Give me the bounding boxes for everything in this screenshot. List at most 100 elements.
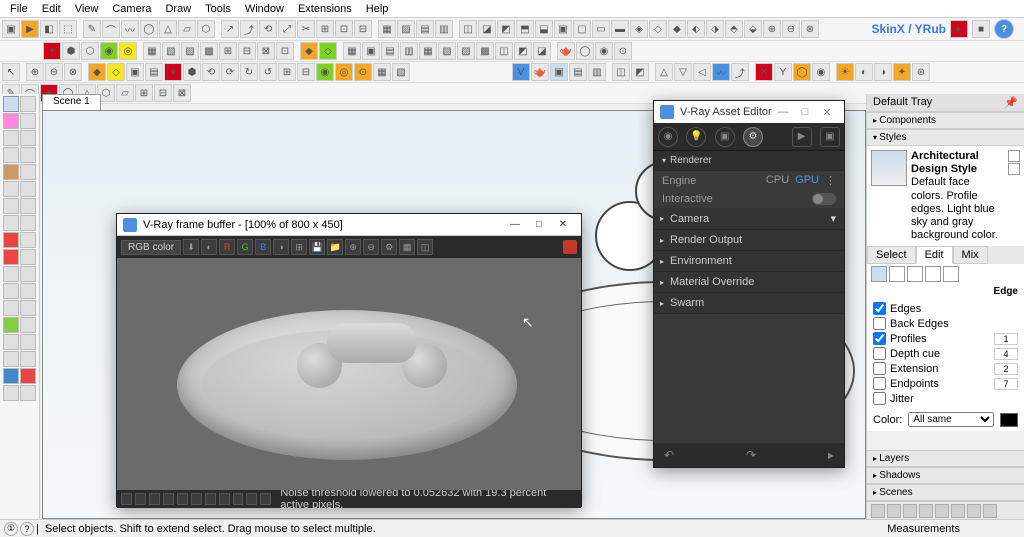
tool[interactable] — [3, 198, 19, 214]
vae-material-override-section[interactable]: Material Override — [654, 272, 844, 293]
close-button[interactable]: ✕ — [551, 217, 575, 233]
toolbar-icon[interactable]: 〰 — [121, 20, 139, 38]
toolbar-icon[interactable]: ◫ — [612, 63, 630, 81]
toolbar-icon[interactable]: ◫ — [459, 20, 477, 38]
toolbar-icon[interactable]: ⬢ — [62, 42, 80, 60]
tray-icon[interactable] — [903, 504, 917, 518]
toolbar-icon[interactable]: ⊟ — [354, 20, 372, 38]
question-icon[interactable]: ? — [994, 19, 1014, 39]
vfb-b-channel[interactable]: B — [255, 239, 271, 255]
toolbar-icon[interactable]: ▧ — [438, 42, 456, 60]
toolbar-icon[interactable]: ⊞ — [316, 20, 334, 38]
modeling-icon[interactable] — [943, 266, 959, 282]
extension-checkbox[interactable]: Extension2 — [873, 361, 1018, 376]
toolbar-icon[interactable]: △ — [655, 63, 673, 81]
toolbar-icon[interactable]: ⊡ — [335, 20, 353, 38]
toolbar-icon[interactable]: ⬖ — [687, 20, 705, 38]
tool[interactable] — [3, 266, 19, 282]
toolbar-icon[interactable]: ◩ — [497, 20, 515, 38]
toolbar-icon[interactable]: ◯ — [793, 63, 811, 81]
close-button[interactable]: ✕ — [816, 106, 838, 119]
tool[interactable] — [20, 147, 36, 163]
play-icon[interactable]: ▶ — [21, 20, 39, 38]
menu-file[interactable]: File — [4, 1, 34, 17]
tray-pin-icon[interactable]: 📌 — [1004, 96, 1018, 109]
toolbar-icon[interactable]: ↗ — [221, 20, 239, 38]
vae-camera-section[interactable]: Camera▾ — [654, 208, 844, 230]
toolbar-icon[interactable]: ▧ — [162, 42, 180, 60]
engine-menu-icon[interactable]: ⋮ — [825, 174, 836, 187]
toolbar-icon[interactable]: ⬘ — [725, 20, 743, 38]
tool[interactable] — [3, 317, 19, 333]
tool[interactable] — [3, 351, 19, 367]
toolbar-icon[interactable]: ▣ — [2, 20, 20, 38]
toolbar-icon[interactable]: ▦ — [378, 20, 396, 38]
toolbar-icon[interactable]: ⤴ — [731, 63, 749, 81]
scenes-panel[interactable]: Scenes — [867, 484, 1024, 501]
toolbar-icon[interactable]: ✎ — [83, 20, 101, 38]
toolbar-icon[interactable]: ⬡ — [197, 20, 215, 38]
toolbar-icon[interactable]: ▥ — [435, 20, 453, 38]
vae-undo-icon[interactable]: ↶ — [664, 448, 674, 462]
toolbar-icon[interactable]: 〰 — [712, 63, 730, 81]
tool[interactable] — [20, 96, 36, 112]
sun-icon[interactable]: ☀ — [836, 63, 854, 81]
tool[interactable] — [3, 300, 19, 316]
help-icon[interactable]: ? — [20, 522, 34, 536]
vfb-btn[interactable]: ◑ — [273, 239, 289, 255]
vae-tab-settings[interactable]: ⚙ — [743, 127, 763, 147]
toolbar-icon[interactable]: ◇ — [649, 20, 667, 38]
toolbar-icon[interactable]: ■ — [972, 20, 990, 38]
toolbar-icon[interactable]: ◐ — [855, 63, 873, 81]
toolbar-icon[interactable]: ◪ — [478, 20, 496, 38]
vfb-btn[interactable]: ▦ — [399, 239, 415, 255]
toolbar-icon[interactable]: Y — [774, 63, 792, 81]
vray-teapot-icon[interactable]: 🫖 — [557, 42, 575, 60]
tool[interactable] — [20, 334, 36, 350]
toolbar-icon[interactable]: △ — [159, 20, 177, 38]
toolbar-icon[interactable]: ⬓ — [535, 20, 553, 38]
toolbar-icon[interactable]: ⊙ — [614, 42, 632, 60]
maximize-button[interactable]: □ — [794, 106, 816, 118]
toolbar-icon[interactable]: ⊙ — [354, 63, 372, 81]
toolbar-icon[interactable]: ⊖ — [782, 20, 800, 38]
vae-redo-icon[interactable]: ↷ — [746, 448, 756, 462]
toolbar-icon[interactable]: ↺ — [259, 63, 277, 81]
vfb-sb-btn[interactable] — [149, 493, 160, 505]
toolbar-icon[interactable]: ◩ — [631, 63, 649, 81]
tool[interactable] — [3, 181, 19, 197]
vae-tab-frame[interactable]: ▣ — [820, 127, 840, 147]
toolbar-icon[interactable]: ◯ — [576, 42, 594, 60]
toolbar-icon[interactable]: ✦ — [164, 63, 182, 81]
toolbar-icon[interactable]: ▩ — [200, 42, 218, 60]
tool[interactable] — [3, 164, 19, 180]
toolbar-icon[interactable]: ▭ — [592, 20, 610, 38]
tab-edit[interactable]: Edit — [916, 246, 953, 264]
tray-icon[interactable] — [951, 504, 965, 518]
color-mode-select[interactable]: All same — [908, 412, 994, 427]
toolbar-icon[interactable]: ▥ — [400, 42, 418, 60]
tool[interactable] — [20, 249, 36, 265]
tool[interactable] — [20, 266, 36, 282]
menu-help[interactable]: Help — [360, 1, 395, 17]
maximize-button[interactable]: □ — [527, 217, 551, 233]
vfb-btn[interactable]: 💾 — [309, 239, 325, 255]
vfb-btn[interactable]: ⊕ — [345, 239, 361, 255]
toolbar-icon[interactable]: ◫ — [495, 42, 513, 60]
vae-titlebar[interactable]: V-Ray Asset Editor — □ ✕ — [654, 101, 844, 123]
toolbar-icon[interactable]: ▦ — [343, 42, 361, 60]
toolbar-icon[interactable]: ⊗ — [801, 20, 819, 38]
toolbar-icon[interactable]: ✕ — [755, 63, 773, 81]
vfb-r-channel[interactable]: R — [219, 239, 235, 255]
toolbar-icon[interactable]: ⊕ — [763, 20, 781, 38]
tray-icon[interactable] — [935, 504, 949, 518]
tool[interactable] — [20, 368, 36, 384]
toolbar-icon[interactable]: ▨ — [181, 42, 199, 60]
bg-style-icon[interactable] — [907, 266, 923, 282]
tray-icon[interactable] — [983, 504, 997, 518]
menu-window[interactable]: Window — [239, 1, 290, 17]
toolbar-icon[interactable]: ▨ — [397, 20, 415, 38]
menu-draw[interactable]: Draw — [159, 1, 197, 17]
menu-camera[interactable]: Camera — [106, 1, 157, 17]
toolbar-icon[interactable]: ⊟ — [154, 84, 172, 102]
